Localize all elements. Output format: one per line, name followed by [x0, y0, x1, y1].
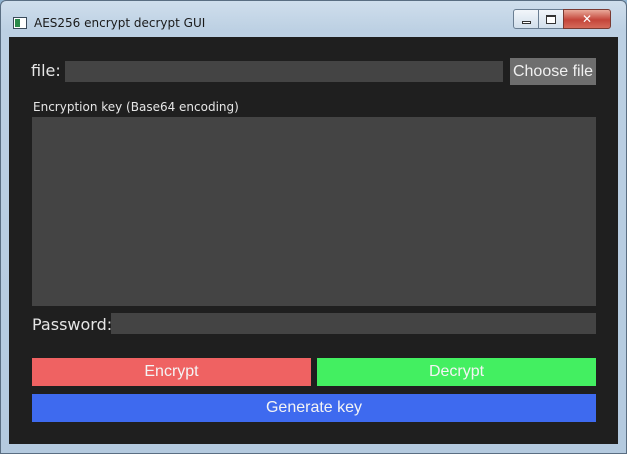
close-icon: ✕: [581, 12, 593, 26]
password-input[interactable]: [111, 313, 596, 334]
app-icon: [13, 17, 27, 29]
password-label: Password:: [32, 315, 113, 334]
maximize-icon: [546, 14, 556, 24]
window-title: AES256 encrypt decrypt GUI: [34, 16, 206, 30]
decrypt-button[interactable]: Decrypt: [317, 358, 596, 386]
maximize-button[interactable]: [538, 9, 564, 29]
encryption-key-textarea[interactable]: [32, 117, 596, 306]
file-path-input[interactable]: [65, 61, 503, 82]
main-panel: file: Choose file Encryption key (Base64…: [9, 37, 618, 444]
encryption-key-label: Encryption key (Base64 encoding): [33, 100, 239, 114]
encrypt-button[interactable]: Encrypt: [32, 358, 311, 386]
choose-file-button[interactable]: Choose file: [510, 58, 596, 85]
app-window: AES256 encrypt decrypt GUI ✕ file: Choos…: [0, 0, 627, 454]
minimize-button[interactable]: [513, 9, 539, 29]
minimize-icon: [521, 20, 531, 24]
generate-key-button[interactable]: Generate key: [32, 394, 596, 422]
title-bar[interactable]: AES256 encrypt decrypt GUI ✕: [1, 1, 626, 37]
window-controls: ✕: [513, 9, 621, 30]
file-label: file:: [31, 61, 61, 80]
close-button[interactable]: ✕: [563, 9, 611, 29]
